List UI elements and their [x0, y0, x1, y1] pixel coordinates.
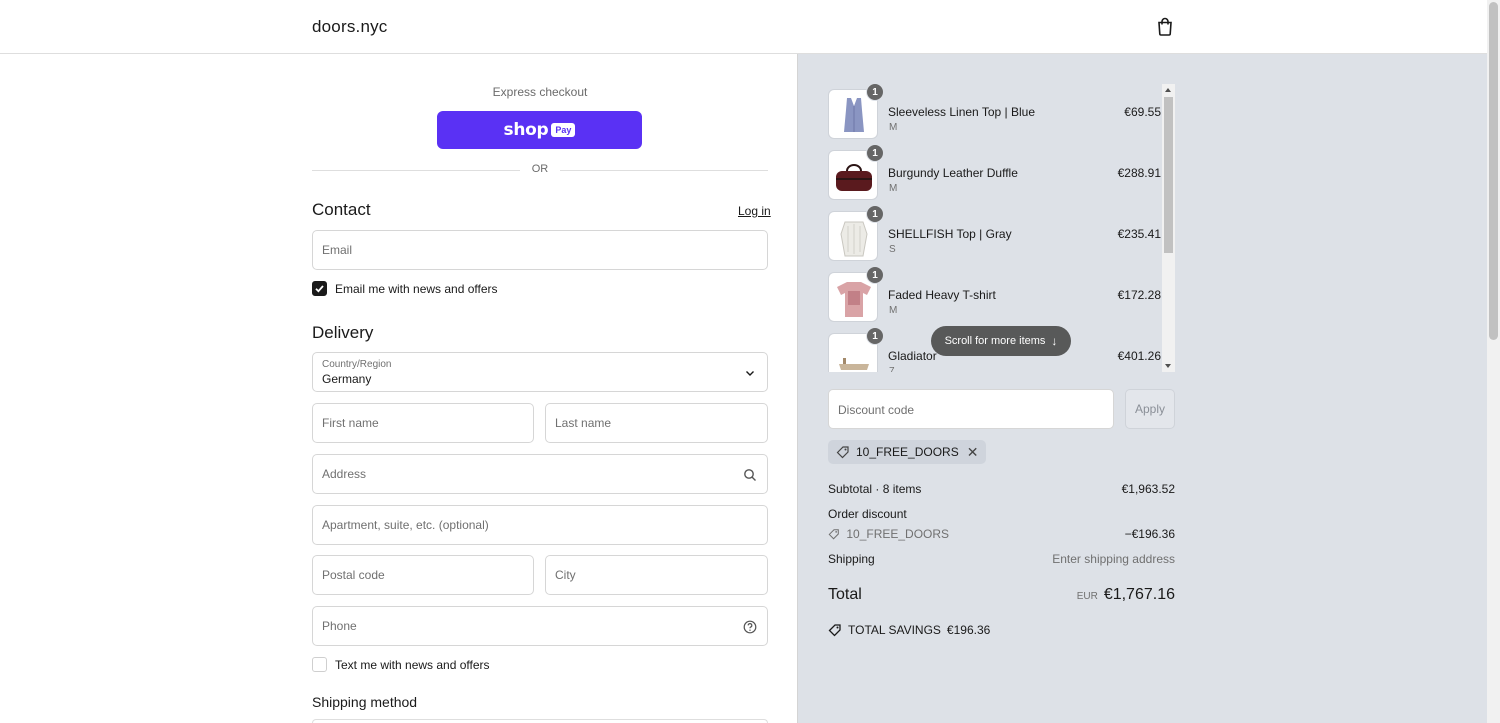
email-field[interactable]: Email	[312, 230, 768, 270]
discount-code-field[interactable]: Discount code	[828, 389, 1114, 429]
contact-heading: Contact	[312, 200, 371, 219]
quantity-badge: 1	[866, 327, 884, 345]
login-link[interactable]: Log in	[738, 204, 771, 218]
first-name-field[interactable]: First name	[312, 403, 534, 443]
shipping-label: Shipping	[828, 552, 875, 566]
tag-icon	[828, 529, 839, 540]
shop-pay-button[interactable]: shop Pay	[437, 111, 642, 149]
page-scrollbar-thumb[interactable]	[1489, 2, 1498, 340]
email-news-checkbox[interactable]	[312, 281, 327, 296]
shop-pay-wordmark: shop	[503, 120, 549, 140]
email-news-label: Email me with news and offers	[335, 281, 498, 296]
cart-items-scrollbar[interactable]	[1162, 84, 1175, 372]
item-price: €288.91	[1117, 166, 1161, 180]
discount-code-label: 10_FREE_DOORS	[846, 527, 950, 541]
total-savings-label: TOTAL SAVINGS	[848, 623, 941, 637]
total-savings-row: TOTAL SAVINGS €196.36	[828, 623, 990, 637]
item-price: €235.41	[1117, 227, 1161, 241]
tag-icon	[828, 624, 841, 637]
or-divider: OR	[312, 163, 768, 177]
arrow-down-icon: ↓	[1051, 334, 1058, 348]
shipping-row: Shipping Enter shipping address	[828, 552, 1175, 566]
express-checkout-label: Express checkout	[492, 85, 588, 99]
country-select[interactable]: Country/Region Germany	[312, 352, 768, 392]
text-news-checkbox-row[interactable]: Text me with news and offers	[312, 657, 490, 672]
currency-code: EUR	[1076, 591, 1098, 602]
item-price: €172.28	[1117, 288, 1161, 302]
scroll-down-arrow-icon[interactable]	[1165, 364, 1171, 368]
postal-code-field[interactable]: Postal code	[312, 555, 534, 595]
applied-discount-chip: 10_FREE_DOORS ✕	[828, 440, 987, 464]
brand-logo[interactable]: doors.nyc	[312, 17, 388, 37]
total-label: Total	[828, 586, 862, 603]
shipping-value: Enter shipping address	[1052, 552, 1175, 566]
total-value-group: EUR €1,767.16	[1077, 586, 1175, 604]
shop-pay-badge: Pay	[551, 123, 576, 137]
apply-discount-button[interactable]: Apply	[1125, 389, 1175, 429]
item-variant: 7	[889, 366, 895, 372]
item-variant: M	[889, 122, 898, 133]
apartment-field[interactable]: Apartment, suite, etc. (optional)	[312, 505, 768, 545]
email-news-checkbox-row[interactable]: Email me with news and offers	[312, 281, 498, 296]
subtotal-label: Subtotal · 8 items	[828, 482, 922, 496]
cart-item: 1 Sleeveless Linen Top | Blue M €69.55	[828, 84, 1161, 139]
item-variant: S	[889, 244, 896, 255]
or-label: OR	[531, 163, 549, 175]
last-name-field[interactable]: Last name	[545, 403, 768, 443]
scroll-for-more-items-button[interactable]: Scroll for more items ↓	[931, 326, 1071, 356]
search-icon	[744, 469, 756, 481]
applied-discount-code: 10_FREE_DOORS	[856, 445, 959, 459]
shopping-bag-icon[interactable]	[1156, 17, 1174, 36]
order-discount-row: Order discount	[828, 507, 1175, 521]
quantity-badge: 1	[866, 144, 884, 162]
item-name: SHELLFISH Top | Gray	[888, 227, 1012, 241]
quantity-badge: 1	[866, 266, 884, 284]
quantity-badge: 1	[866, 84, 884, 101]
text-news-checkbox[interactable]	[312, 657, 327, 672]
item-name: Faded Heavy T-shirt	[888, 288, 996, 302]
item-name: Gladiator	[888, 349, 937, 363]
subtotal-row: Subtotal · 8 items €1,963.52	[828, 482, 1175, 496]
total-value: €1,767.16	[1103, 586, 1175, 603]
shipping-method-heading: Shipping method	[312, 694, 418, 710]
discount-value: −€196.36	[1124, 527, 1175, 541]
phone-field[interactable]: Phone	[312, 606, 768, 646]
total-savings-value: €196.36	[946, 623, 991, 637]
city-field[interactable]: City	[545, 555, 768, 595]
delivery-heading: Delivery	[312, 323, 374, 342]
item-variant: M	[889, 183, 898, 194]
discount-code-row: 10_FREE_DOORS −€196.36	[828, 527, 1175, 541]
item-name: Sleeveless Linen Top | Blue	[888, 105, 1035, 119]
checkmark-icon	[315, 285, 324, 293]
remove-discount-icon[interactable]: ✕	[967, 445, 979, 459]
item-price: €401.26	[1117, 349, 1161, 363]
cart-item: 1 Faded Heavy T-shirt M €172.28	[828, 266, 1161, 322]
tag-icon	[836, 446, 849, 459]
scroll-up-arrow-icon[interactable]	[1165, 88, 1171, 92]
page-scrollbar[interactable]	[1487, 0, 1500, 723]
quantity-badge: 1	[866, 205, 884, 223]
cart-item: 1 SHELLFISH Top | Gray S €235.41	[828, 205, 1161, 261]
scrollbar-thumb[interactable]	[1164, 97, 1173, 253]
item-price: €69.55	[1124, 105, 1161, 119]
item-variant: M	[889, 305, 898, 316]
address-field[interactable]: Address	[312, 454, 768, 494]
site-header: doors.nyc	[0, 0, 1487, 54]
shipping-method-box	[312, 719, 768, 723]
help-circle-icon[interactable]	[743, 620, 757, 634]
cart-item: 1 Burgundy Leather Duffle M €288.91	[828, 144, 1161, 200]
item-name: Burgundy Leather Duffle	[888, 166, 1018, 180]
chevron-down-icon	[746, 371, 754, 376]
subtotal-value: €1,963.52	[1121, 482, 1175, 496]
order-discount-label: Order discount	[828, 507, 907, 521]
text-news-label: Text me with news and offers	[335, 657, 490, 672]
